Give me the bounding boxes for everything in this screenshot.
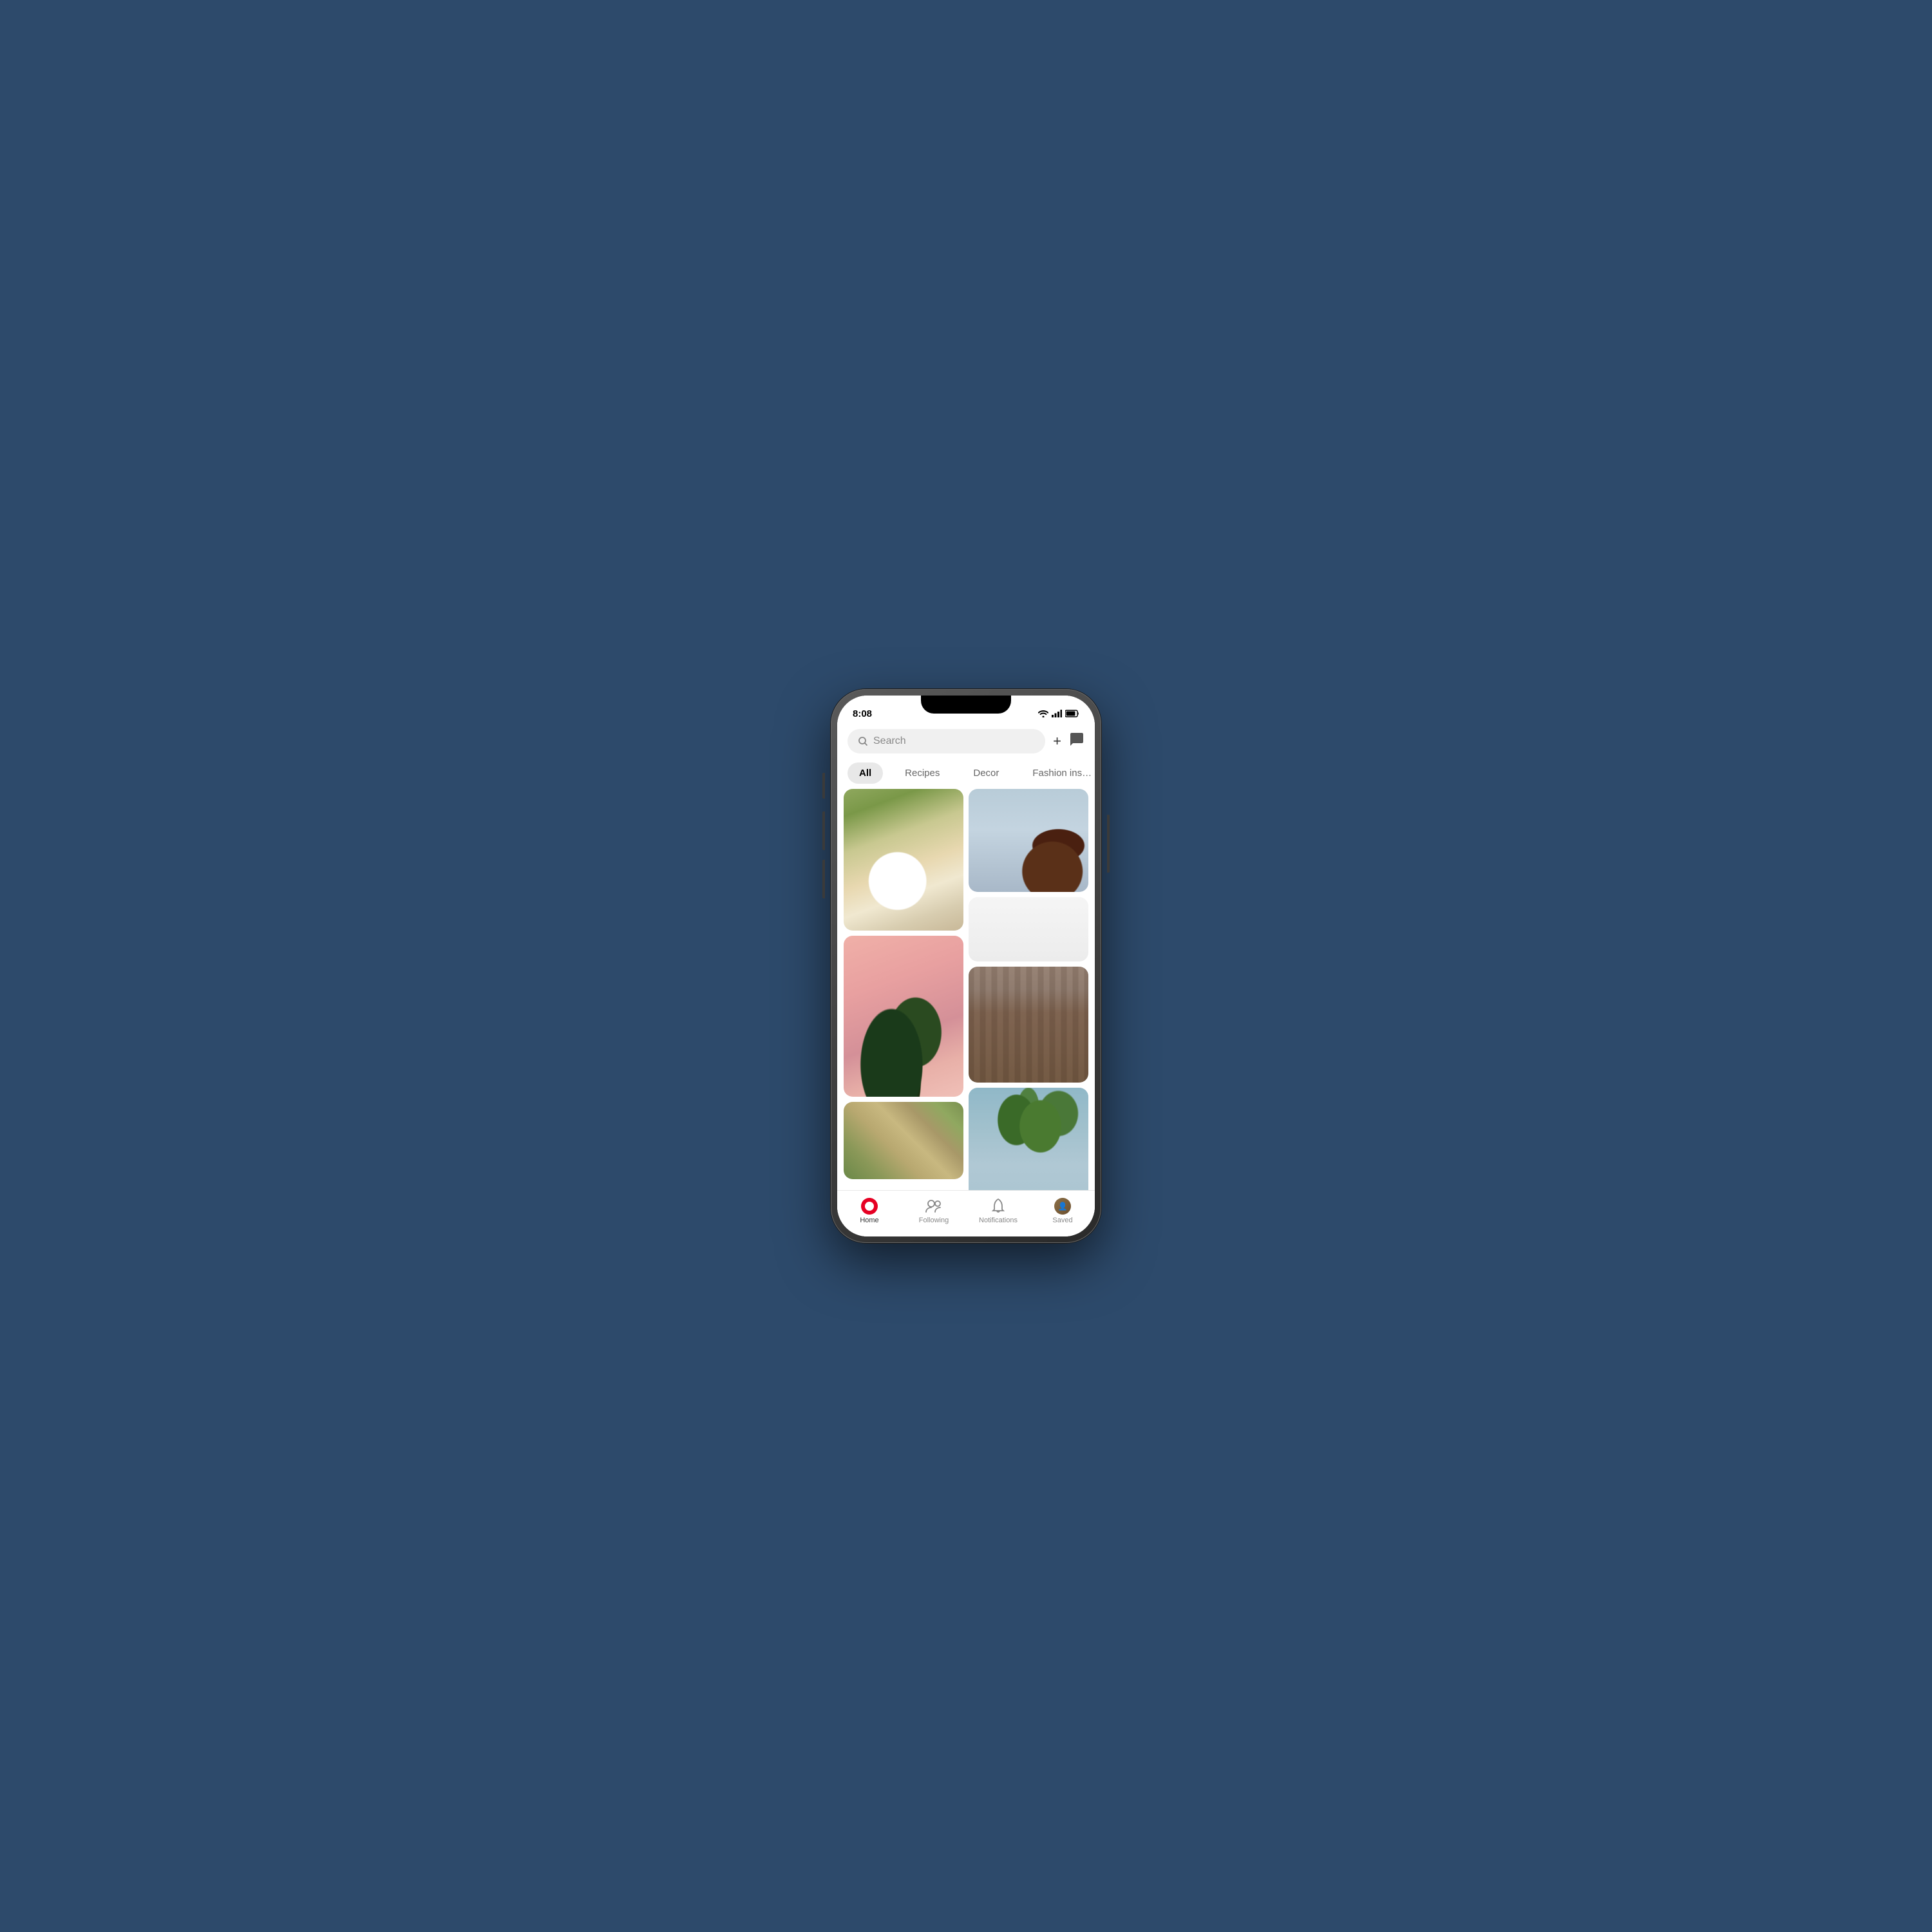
pin-leaf[interactable] <box>844 936 963 1097</box>
mute-button <box>822 773 825 799</box>
nav-item-home[interactable]: Home <box>837 1198 902 1224</box>
tab-decor[interactable]: Decor <box>961 762 1010 784</box>
notch <box>921 696 1011 714</box>
nav-label-home: Home <box>860 1217 878 1224</box>
app-screen: 8:08 <box>837 696 1095 1236</box>
phone-screen: 8:08 <box>837 696 1095 1236</box>
status-icons <box>1038 710 1079 717</box>
tab-all[interactable]: All <box>848 762 883 784</box>
home-icon <box>861 1198 878 1215</box>
tab-recipes[interactable]: Recipes <box>893 762 951 784</box>
signal-icon <box>1052 710 1062 717</box>
pins-grid <box>837 789 1095 1190</box>
nav-label-following: Following <box>919 1217 949 1224</box>
saved-icon: 👤 <box>1054 1198 1071 1215</box>
phone-body: 8:08 <box>831 689 1101 1243</box>
category-tabs: All Recipes Decor Fashion ins… <box>837 759 1095 789</box>
pin-aerial[interactable] <box>844 1102 963 1179</box>
search-icon <box>858 736 868 746</box>
search-bar-wrapper: Search + <box>837 724 1095 759</box>
bottom-nav: Home Following <box>837 1190 1095 1236</box>
following-icon <box>925 1198 942 1215</box>
status-time: 8:08 <box>853 708 872 719</box>
message-button[interactable] <box>1069 732 1084 751</box>
nav-item-saved[interactable]: 👤 Saved <box>1030 1198 1095 1224</box>
pin-buildings[interactable] <box>969 967 1088 1083</box>
volume-down-button <box>822 860 825 898</box>
search-placeholder: Search <box>873 735 906 747</box>
pin-palm[interactable] <box>969 1088 1088 1190</box>
status-bar: 8:08 <box>837 696 1095 724</box>
wifi-icon <box>1038 710 1048 717</box>
pin-dog[interactable] <box>969 789 1088 892</box>
phone-mockup: 8:08 <box>831 689 1101 1243</box>
search-bar-row: Search + <box>848 729 1084 753</box>
battery-icon <box>1065 710 1079 717</box>
tab-fashion[interactable]: Fashion ins… <box>1021 762 1095 784</box>
volume-up-button <box>822 811 825 850</box>
nav-label-saved: Saved <box>1052 1217 1072 1224</box>
nav-label-notifications: Notifications <box>979 1217 1018 1224</box>
power-button <box>1107 815 1110 873</box>
add-button[interactable]: + <box>1053 733 1061 750</box>
nav-item-following[interactable]: Following <box>902 1198 966 1224</box>
message-icon <box>1069 732 1084 747</box>
search-bar[interactable]: Search <box>848 729 1045 753</box>
pin-food[interactable] <box>844 789 963 931</box>
pin-white[interactable] <box>969 897 1088 961</box>
nav-item-notifications[interactable]: Notifications <box>966 1198 1030 1224</box>
notifications-icon <box>990 1198 1007 1215</box>
